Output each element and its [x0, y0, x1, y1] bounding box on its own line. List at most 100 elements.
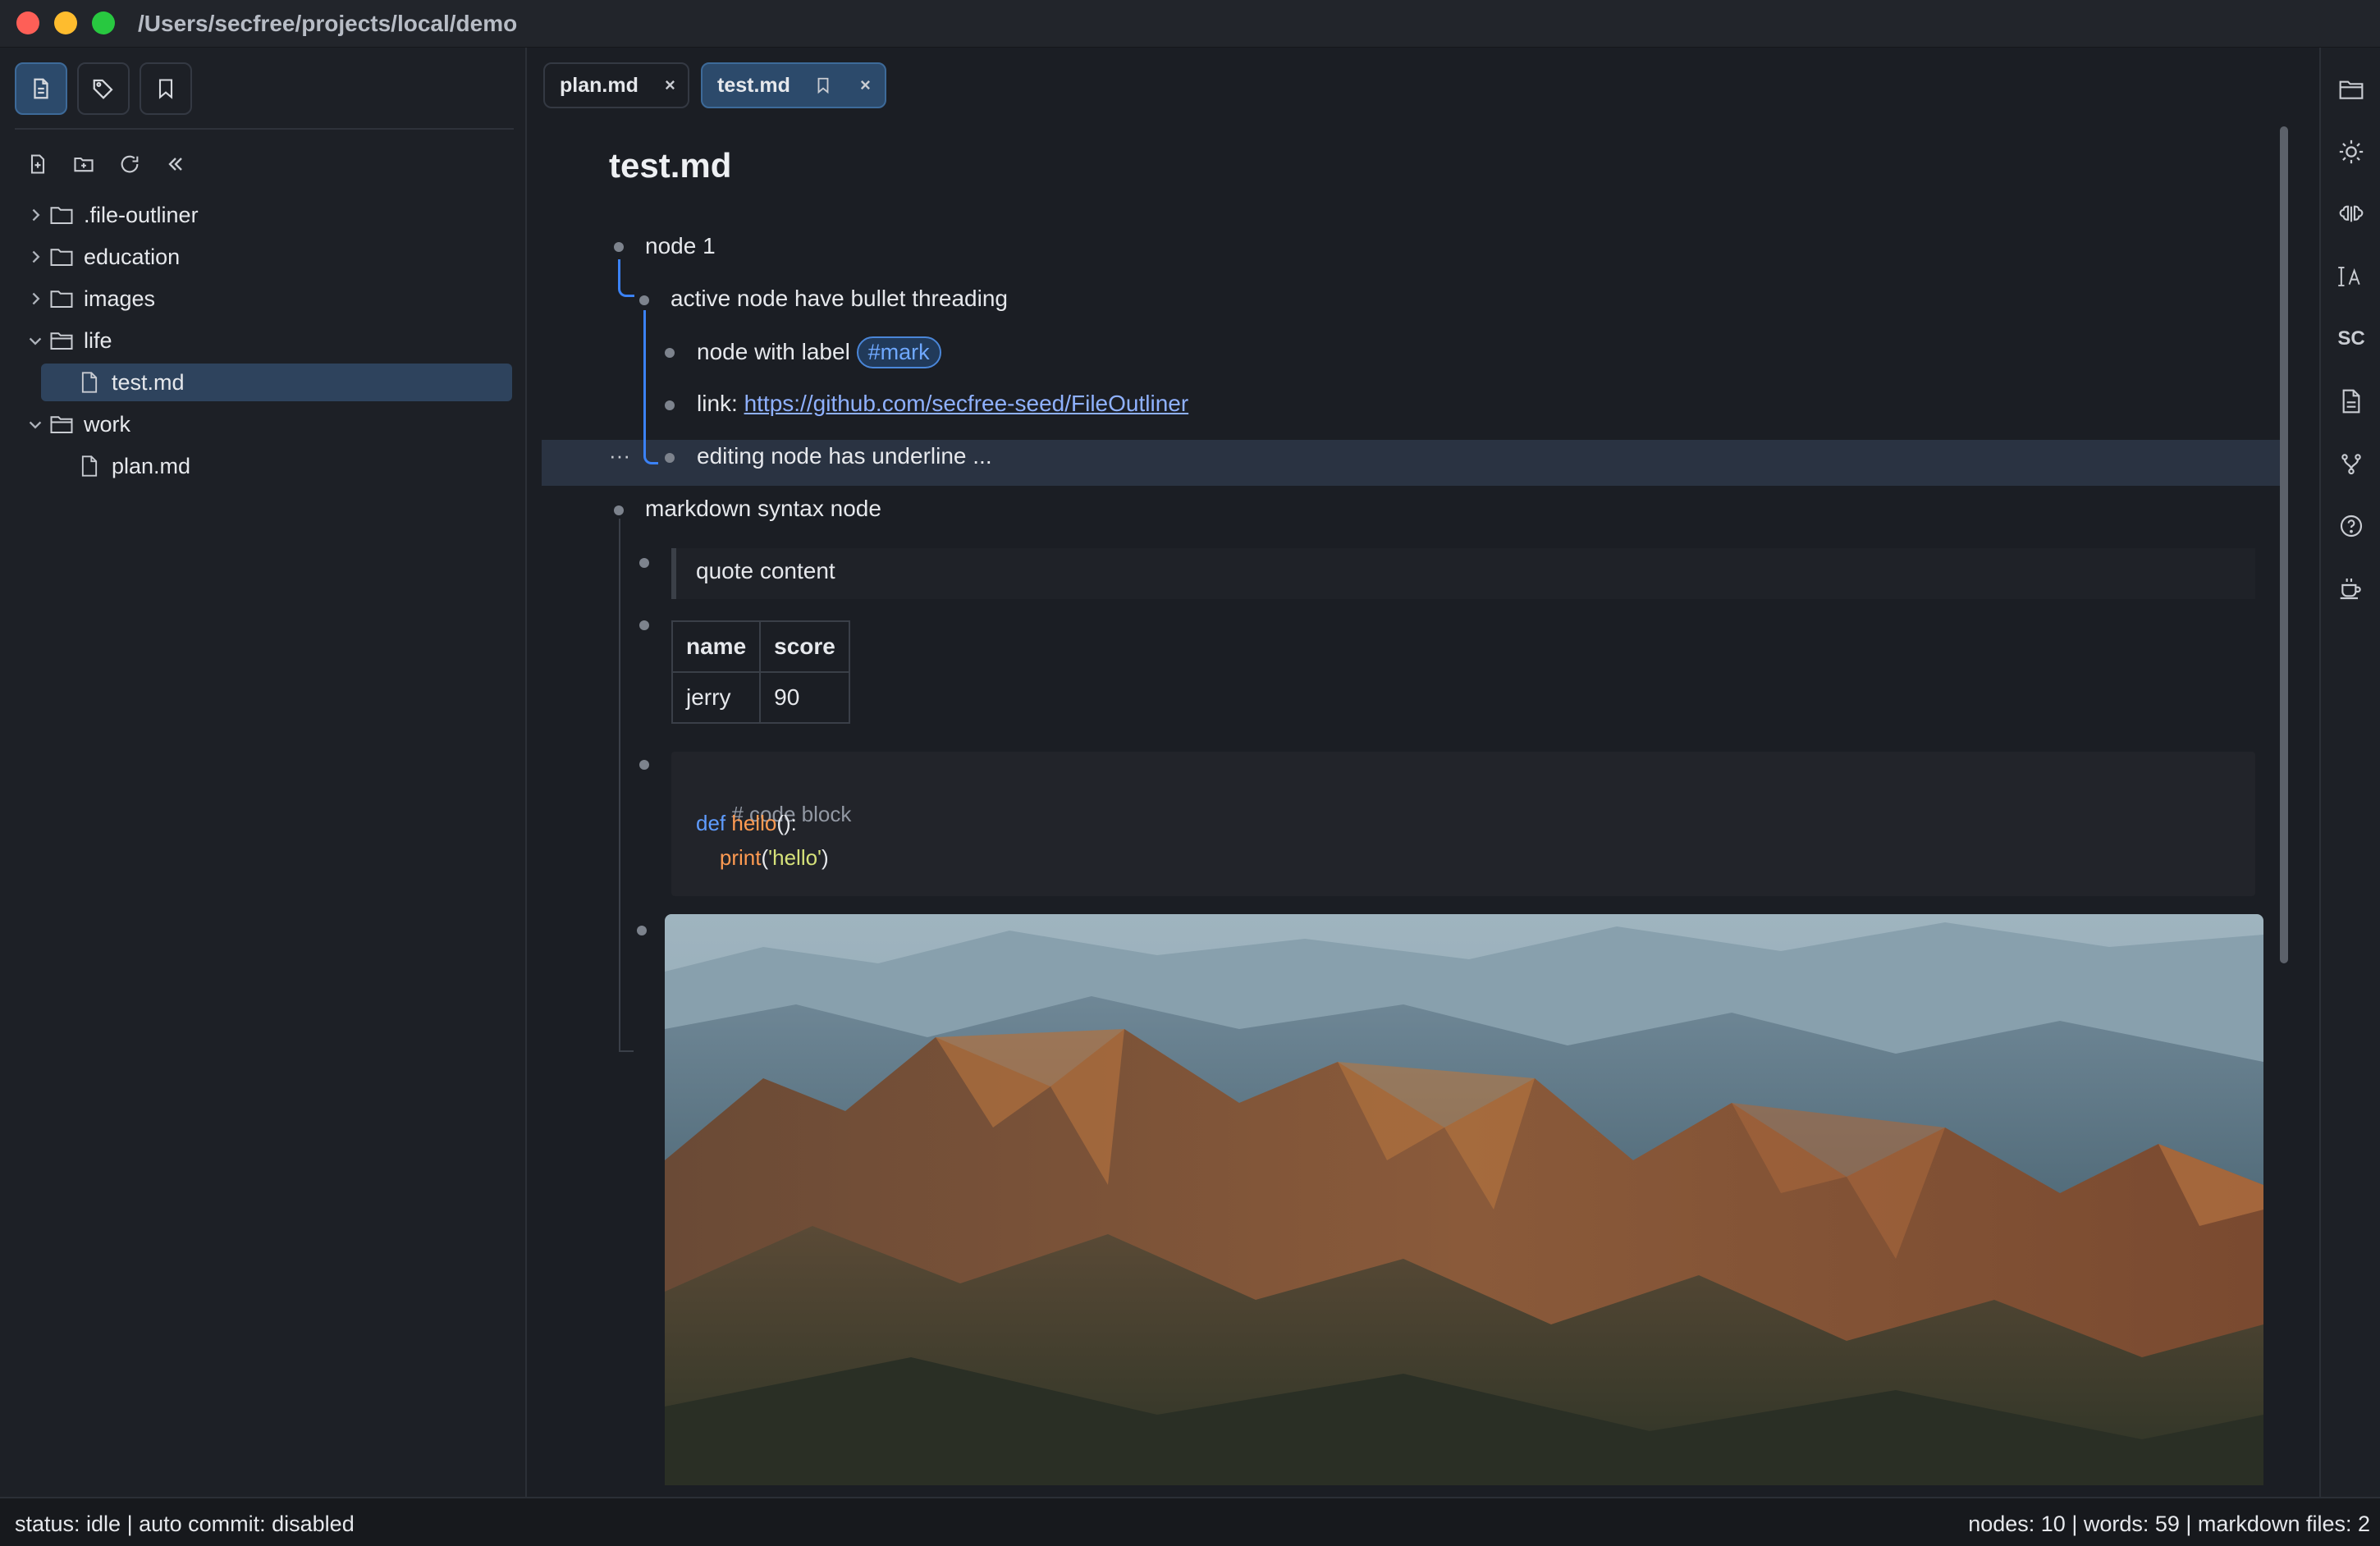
branch-icon[interactable] [2336, 448, 2367, 479]
refresh-icon[interactable] [115, 149, 144, 179]
github-link[interactable]: https://github.com/secfree-seed/FileOutl… [744, 391, 1189, 416]
tree-folder-images[interactable]: images [23, 281, 155, 317]
node-editing[interactable]: editing node has underline ... [697, 443, 992, 469]
new-folder-icon[interactable] [69, 149, 98, 179]
node-bullet[interactable] [637, 926, 647, 935]
files-tab[interactable] [15, 62, 67, 115]
editor-tab-bar: plan.md × test.md × [529, 48, 2318, 123]
close-tab-icon[interactable]: × [860, 75, 871, 96]
chevron-down-icon[interactable] [23, 419, 48, 430]
status-left: status: idle | auto commit: disabled [15, 1512, 355, 1536]
code-punct: (): [776, 811, 797, 835]
bullet-thread [643, 310, 658, 464]
folder-open-icon [48, 328, 76, 353]
minimize-window-button[interactable] [54, 11, 77, 34]
tree-folder-life[interactable]: life [23, 322, 112, 359]
tags-tab[interactable] [77, 62, 130, 115]
node-bullet[interactable] [665, 348, 675, 358]
code-string: 'hello' [768, 845, 822, 870]
indent-guide [619, 519, 620, 1050]
tag-icon [91, 76, 116, 101]
help-icon[interactable] [2336, 510, 2367, 542]
code-punct: ( [761, 845, 769, 870]
new-file-icon[interactable] [23, 149, 53, 179]
close-tab-icon[interactable]: × [665, 75, 675, 96]
folder-icon [48, 203, 76, 227]
tree-item-label: work [84, 411, 131, 437]
document-icon[interactable] [2336, 386, 2367, 417]
node-bullet[interactable] [665, 400, 675, 410]
tree-item-label: test.md [112, 369, 185, 395]
folder-icon[interactable] [2336, 74, 2367, 105]
node-active[interactable]: active node have bullet threading [671, 286, 1008, 312]
tab-label: plan.md [560, 73, 638, 97]
node-bullet[interactable] [614, 505, 624, 515]
theme-icon[interactable] [2336, 136, 2367, 167]
code-block[interactable]: # code block def hello(): print('hello') [671, 752, 2255, 896]
code-line: def hello(): [696, 811, 797, 836]
node-bullet[interactable] [639, 558, 649, 568]
node-bullet[interactable] [614, 242, 624, 252]
title-bar: /Users/secfree/projects/local/demo [0, 0, 2380, 48]
sidebar-divider [15, 128, 514, 130]
node-bullet[interactable] [665, 453, 675, 463]
status-bar: status: idle | auto commit: disabled nod… [0, 1497, 2380, 1546]
node-menu-icon[interactable]: ··· [609, 443, 630, 469]
table-header-cell: score [759, 620, 850, 673]
tree-file-plan-md[interactable]: plan.md [76, 448, 190, 484]
editor-scrollbar[interactable] [2278, 123, 2291, 1485]
font-size-icon[interactable] [2336, 261, 2367, 292]
tree-folder-file-outliner[interactable]: .file-outliner [23, 197, 199, 233]
chevron-right-icon[interactable] [23, 249, 48, 264]
bookmark-icon [154, 77, 177, 100]
tree-file-test-md[interactable]: test.md [76, 364, 185, 400]
bullet-thread [618, 259, 634, 297]
chevron-down-icon[interactable] [23, 335, 48, 346]
outline-editor: test.md node 1 active node have bullet t… [529, 123, 2282, 1485]
bookmarks-tab[interactable] [140, 62, 192, 115]
blockquote [671, 548, 2255, 599]
quote-text[interactable]: quote content [696, 558, 835, 584]
tree-item-label: life [84, 327, 112, 353]
node-1[interactable]: node 1 [645, 233, 716, 259]
coffee-icon[interactable] [2336, 573, 2367, 604]
tree-item-label: plan.md [112, 453, 191, 478]
code-function: hello [731, 811, 777, 835]
file-icon [76, 370, 103, 395]
markdown-table: name score jerry 90 [671, 620, 850, 724]
collapse-sidebar-icon[interactable] [161, 149, 190, 179]
table-header-row: name score [671, 620, 850, 673]
folder-icon [48, 286, 76, 311]
tree-folder-education[interactable]: education [23, 239, 180, 275]
node-bullet[interactable] [639, 760, 649, 770]
file-icon [76, 454, 103, 478]
chevron-right-icon[interactable] [23, 208, 48, 222]
tab-test-md[interactable]: test.md × [701, 62, 886, 108]
brain-icon[interactable] [2336, 199, 2367, 230]
indent-guide [619, 1050, 634, 1052]
table-row: jerry 90 [671, 671, 850, 724]
mountain-landscape-image [665, 914, 2263, 1485]
tab-plan-md[interactable]: plan.md × [543, 62, 689, 108]
tree-item-label: education [84, 244, 181, 269]
node-markdown[interactable]: markdown syntax node [645, 496, 881, 522]
tab-label: test.md [717, 73, 790, 97]
chevron-right-icon[interactable] [23, 291, 48, 306]
node-bullet[interactable] [639, 620, 649, 630]
node-label-text: node with label [697, 339, 850, 364]
scrollbar-thumb[interactable] [2280, 126, 2288, 963]
maximize-window-button[interactable] [92, 11, 115, 34]
link-prefix: link: [697, 391, 738, 416]
node-with-label[interactable]: node with label #mark [697, 336, 941, 368]
tag-chip[interactable]: #mark [856, 336, 941, 368]
node-bullet[interactable] [639, 295, 649, 305]
tree-item-label: .file-outliner [84, 202, 199, 227]
table-cell: 90 [759, 671, 850, 724]
file-icon [29, 76, 53, 101]
node-link[interactable]: link: https://github.com/secfree-seed/Fi… [697, 391, 1188, 417]
shortcuts-label[interactable]: SC [2336, 323, 2367, 354]
window-title: /Users/secfree/projects/local/demo [138, 11, 518, 36]
tree-folder-work[interactable]: work [23, 406, 130, 442]
close-window-button[interactable] [16, 11, 39, 34]
bookmark-icon[interactable] [814, 75, 832, 95]
